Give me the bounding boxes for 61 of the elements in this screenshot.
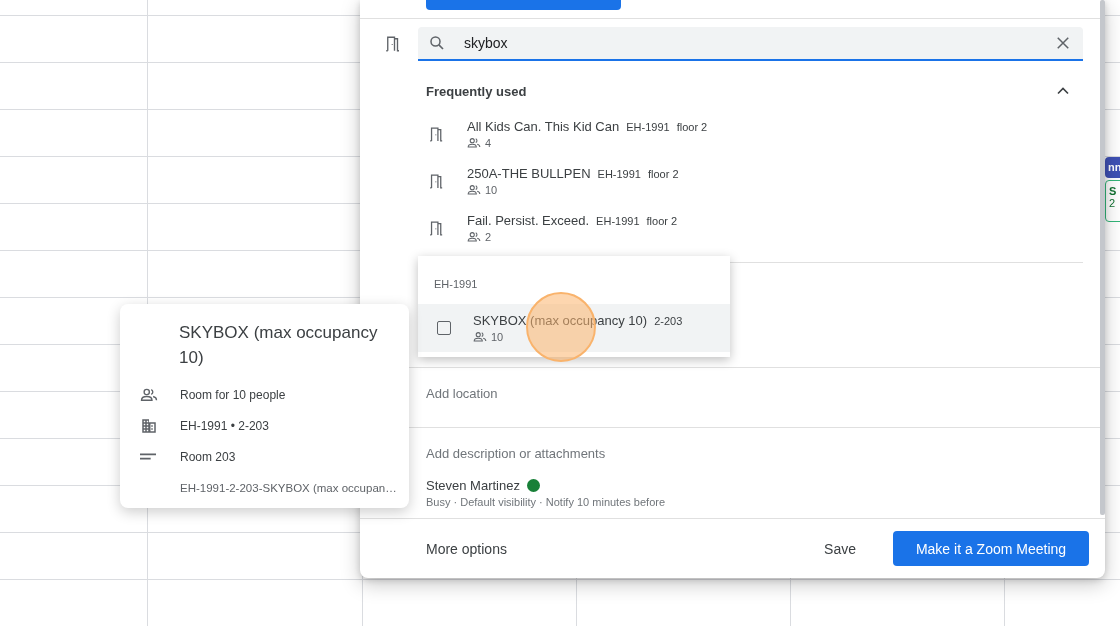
search-icon xyxy=(428,34,446,52)
notes-icon xyxy=(140,453,156,460)
calendar-cell[interactable] xyxy=(0,204,148,251)
calendar-cell[interactable] xyxy=(0,63,148,110)
search-field[interactable]: skybox xyxy=(418,27,1083,61)
save-button[interactable]: Save xyxy=(818,532,862,565)
organizer-name: Steven Martinez xyxy=(426,478,520,493)
door-icon xyxy=(428,126,445,143)
room-location: EH-1991 • 2-203 xyxy=(180,418,269,433)
room-description: Room 203 xyxy=(180,449,236,464)
close-icon[interactable] xyxy=(1054,34,1072,52)
group-heading: EH-1991 xyxy=(433,277,479,292)
people-icon xyxy=(473,329,487,344)
room-building: EH-1991 xyxy=(626,121,670,133)
event-details: Busy · Default visibility · Notify 10 minutes before xyxy=(426,496,667,508)
event-time: 2 xyxy=(1109,197,1117,209)
room-capacity: 10 xyxy=(485,184,498,196)
room-item[interactable]: All Kids Can. This Kid Can EH-1991 floor 2 4 xyxy=(418,111,1083,158)
event-title: nn xyxy=(1108,161,1120,173)
calendar-cell[interactable] xyxy=(0,16,148,63)
calendar-cell[interactable] xyxy=(0,0,148,16)
search-input[interactable]: skybox xyxy=(464,35,1054,51)
door-icon xyxy=(428,173,445,190)
zoom-meeting-button[interactable]: Make it a Zoom Meeting xyxy=(893,531,1089,566)
find-time-button[interactable] xyxy=(426,0,621,10)
event-title: S xyxy=(1109,185,1118,197)
calendar-cell[interactable] xyxy=(0,251,148,298)
door-icon xyxy=(428,220,445,237)
calendar-cell[interactable] xyxy=(0,533,148,580)
door-icon xyxy=(384,35,402,53)
people-icon xyxy=(467,230,481,244)
checkbox[interactable] xyxy=(437,321,451,335)
room-capacity: 10 xyxy=(491,330,504,343)
room-code: 2-203 xyxy=(654,314,683,327)
calendar-event[interactable]: S 2 xyxy=(1105,180,1120,222)
scrollbar-thumb[interactable] xyxy=(1100,0,1105,515)
room-floor: floor 2 xyxy=(648,168,679,180)
room-capacity: Room for 10 people xyxy=(180,387,286,402)
room-name: All Kids Can. This Kid Can xyxy=(467,119,620,134)
people-icon xyxy=(467,136,481,150)
calendar-event[interactable]: nn xyxy=(1105,157,1120,178)
room-name: Fail. Persist. Exceed. xyxy=(467,213,590,228)
calendar-cell[interactable] xyxy=(0,110,148,157)
building-icon xyxy=(140,416,158,435)
room-name: 250A-THE BULLPEN xyxy=(467,166,591,181)
room-building: EH-1991 xyxy=(597,168,641,180)
room-name: SKYBOX (max occupancy 10) xyxy=(473,312,648,328)
people-icon xyxy=(467,183,481,197)
section-heading: Frequently used xyxy=(426,83,528,99)
room-title: SKYBOX (max occupancy 10) xyxy=(178,322,379,369)
room-building: EH-1991 xyxy=(596,215,640,227)
room-capacity: 4 xyxy=(485,137,492,149)
more-options-button[interactable]: More options xyxy=(420,532,513,565)
calendar-cell[interactable] xyxy=(0,157,148,204)
room-floor: floor 2 xyxy=(676,121,708,133)
room-floor: floor 2 xyxy=(646,215,678,227)
room-option[interactable]: SKYBOX (max occupancy 10) 2-203 10 xyxy=(418,304,730,352)
room-item[interactable]: Fail. Persist. Exceed. EH-1991 floor 2 2 xyxy=(418,205,1083,252)
resource-id: EH-1991-2-203-SKYBOX (max occupan… xyxy=(180,481,397,494)
room-capacity: 2 xyxy=(485,231,492,243)
room-item[interactable]: 250A-THE BULLPEN EH-1991 floor 2 10 xyxy=(418,158,1083,205)
